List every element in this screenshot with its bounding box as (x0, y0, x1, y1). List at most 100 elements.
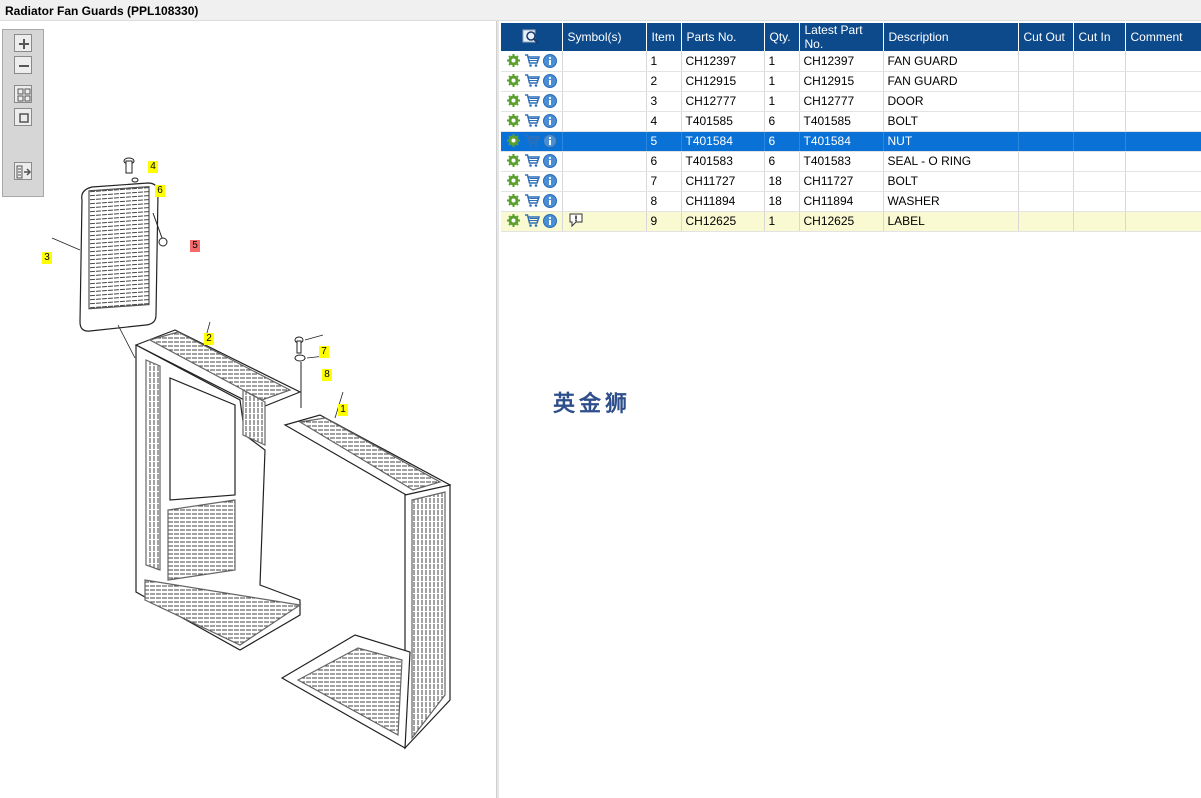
table-row[interactable]: 8 CH11894 18 CH11894 WASHER (501, 191, 1201, 212)
callout-3[interactable]: 3 (42, 252, 52, 264)
cell-symbol (562, 111, 647, 132)
row-actions (501, 191, 563, 212)
cell-description: SEAL - O RING (883, 151, 1019, 172)
info-icon[interactable] (543, 154, 557, 168)
gear-icon[interactable] (507, 53, 521, 68)
table-row[interactable]: 5 T401584 6 T401584 NUT (501, 131, 1201, 152)
info-icon[interactable] (543, 214, 557, 228)
cart-icon[interactable] (524, 194, 541, 208)
col-item[interactable]: Item (646, 23, 682, 51)
callout-5[interactable]: 5 (190, 240, 200, 252)
cell-latest-part-no: CH12397 (799, 51, 884, 72)
cell-cut-out (1018, 211, 1074, 232)
col-cut-in[interactable]: Cut In (1073, 23, 1126, 51)
gear-icon[interactable] (507, 154, 521, 168)
row-actions (501, 91, 563, 112)
cell-item: 1 (646, 51, 682, 72)
cart-icon[interactable] (524, 74, 541, 88)
info-icon[interactable] (543, 134, 557, 148)
col-comment[interactable]: Comment (1125, 23, 1201, 51)
cart-icon[interactable] (524, 54, 541, 68)
cart-icon[interactable] (524, 214, 541, 228)
callout-6[interactable]: 6 (155, 185, 165, 197)
table-header: Symbol(s) Item Parts No. Qty. Latest Par… (501, 23, 1201, 51)
col-qty[interactable]: Qty. (764, 23, 800, 51)
cell-latest-part-no: CH12625 (799, 211, 884, 232)
cell-comment (1125, 151, 1201, 172)
cell-comment (1125, 191, 1201, 212)
cell-parts-no: T401584 (681, 131, 765, 152)
watermark-text: 英金狮 (553, 392, 632, 417)
col-cut-out[interactable]: Cut Out (1018, 23, 1074, 51)
cell-comment (1125, 171, 1201, 192)
info-icon[interactable] (543, 53, 557, 68)
cell-symbol (562, 131, 647, 152)
cart-icon[interactable] (524, 94, 541, 108)
cell-parts-no: CH11894 (681, 191, 765, 212)
gear-icon[interactable] (507, 114, 521, 128)
cell-description: BOLT (883, 171, 1019, 192)
cell-parts-no: CH11727 (681, 171, 765, 192)
callout-8[interactable]: 8 (322, 369, 332, 381)
gear-icon[interactable] (507, 74, 521, 88)
cell-cut-in (1073, 191, 1126, 212)
table-row[interactable]: 2 CH12915 1 CH12915 FAN GUARD (501, 71, 1201, 92)
cell-qty: 18 (764, 191, 800, 212)
table-row[interactable]: 4 T401585 6 T401585 BOLT (501, 111, 1201, 132)
cell-qty: 1 (764, 51, 800, 72)
illustration-pane[interactable]: 1 2 3 4 5 6 7 8 (0, 21, 496, 798)
search-header[interactable] (501, 23, 563, 51)
cell-item: 2 (646, 71, 682, 92)
cell-cut-out (1018, 51, 1074, 72)
cell-parts-no: CH12915 (681, 71, 765, 92)
bolt-7-part (294, 336, 306, 408)
gear-icon[interactable] (507, 94, 521, 108)
note-icon[interactable] (568, 212, 584, 228)
fan-guard-1-part (280, 414, 452, 750)
table-row[interactable]: 1 CH12397 1 CH12397 FAN GUARD (501, 51, 1201, 72)
info-icon[interactable] (543, 194, 557, 208)
cell-comment (1125, 51, 1201, 72)
table-row[interactable]: 3 CH12777 1 CH12777 DOOR (501, 91, 1201, 112)
cell-cut-in (1073, 131, 1126, 152)
callout-4[interactable]: 4 (148, 161, 158, 173)
gear-icon[interactable] (507, 174, 521, 188)
gear-icon[interactable] (507, 134, 521, 148)
cell-symbol (562, 171, 647, 192)
cell-latest-part-no: CH12777 (799, 91, 884, 112)
cart-icon[interactable] (524, 174, 541, 188)
table-row[interactable]: 7 CH11727 18 CH11727 BOLT (501, 171, 1201, 192)
info-icon[interactable] (543, 114, 557, 128)
row-actions (501, 211, 563, 232)
info-icon[interactable] (543, 94, 557, 108)
gear-icon[interactable] (507, 194, 521, 208)
cell-description: LABEL (883, 211, 1019, 232)
callout-2[interactable]: 2 (204, 333, 214, 345)
table-row[interactable]: 6 T401583 6 T401583 SEAL - O RING (501, 151, 1201, 172)
cell-cut-out (1018, 131, 1074, 152)
cart-icon[interactable] (524, 134, 541, 148)
info-icon[interactable] (543, 74, 557, 88)
cell-cut-out (1018, 71, 1074, 92)
gear-icon[interactable] (507, 214, 521, 228)
cell-latest-part-no: CH11727 (799, 171, 884, 192)
title-bar: Radiator Fan Guards (PPL108330) (0, 0, 1201, 21)
col-latest-part-no[interactable]: Latest Part No. (799, 23, 884, 51)
table-row[interactable]: 9 CH12625 1 CH12625 LABEL (501, 211, 1201, 232)
col-symbols[interactable]: Symbol(s) (562, 23, 647, 51)
info-icon[interactable] (543, 174, 557, 188)
col-description[interactable]: Description (883, 23, 1019, 51)
col-parts-no[interactable]: Parts No. (681, 23, 765, 51)
callout-1[interactable]: 1 (338, 404, 348, 416)
cell-qty: 18 (764, 171, 800, 192)
cell-qty: 1 (764, 71, 800, 92)
cell-parts-no: T401583 (681, 151, 765, 172)
cell-symbol (562, 51, 647, 72)
cart-icon[interactable] (524, 154, 541, 168)
callout-7[interactable]: 7 (319, 346, 329, 358)
cell-latest-part-no: T401584 (799, 131, 884, 152)
cart-icon[interactable] (524, 114, 541, 128)
cell-cut-out (1018, 191, 1074, 212)
cell-cut-in (1073, 151, 1126, 172)
cell-description: FAN GUARD (883, 71, 1019, 92)
